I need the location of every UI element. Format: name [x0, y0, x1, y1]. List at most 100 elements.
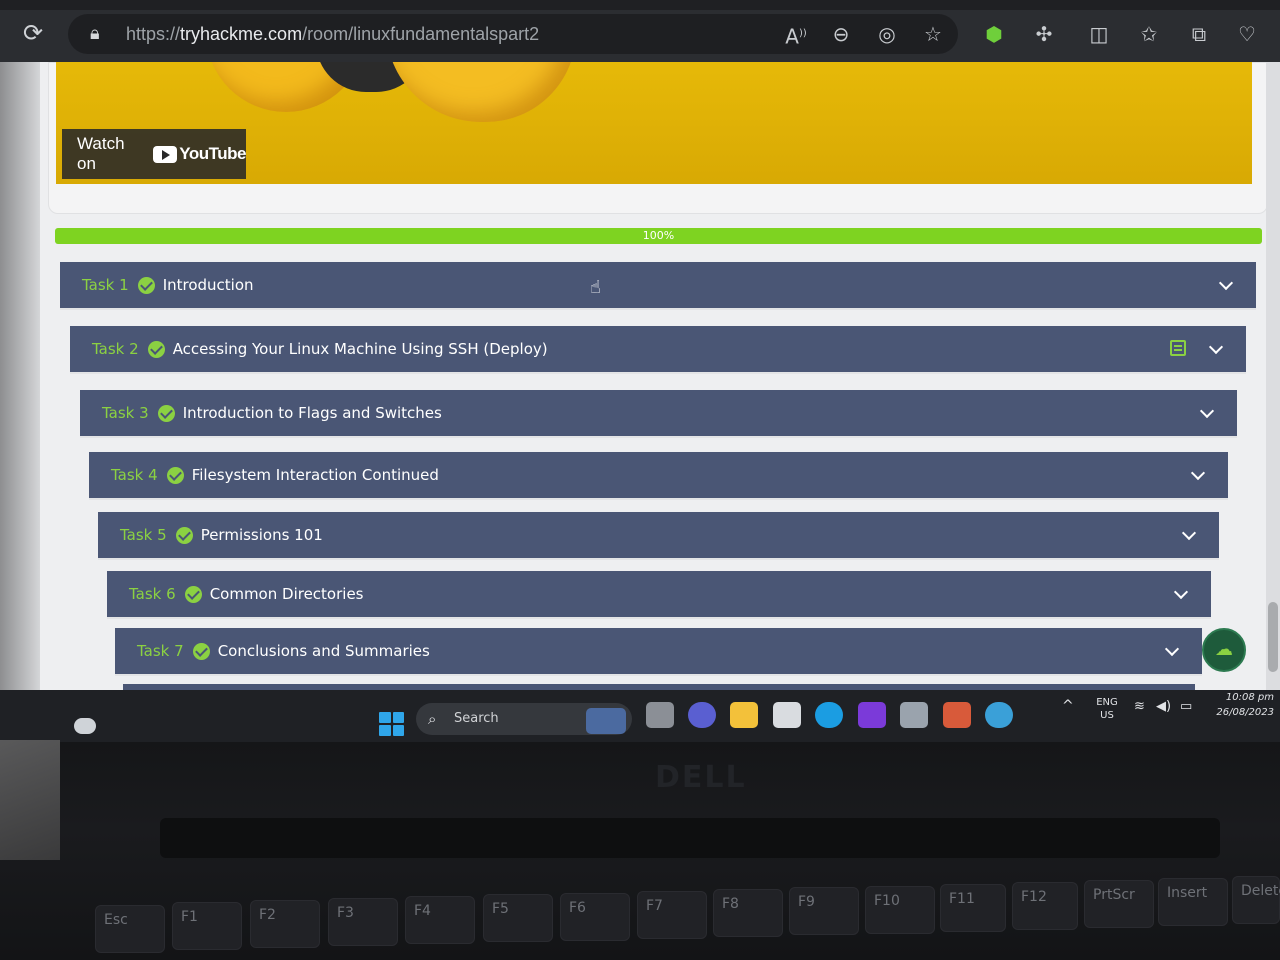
key-esc: Esc [95, 905, 165, 953]
microsoft-store-icon[interactable] [773, 702, 801, 728]
read-aloud-icon[interactable]: A)) [782, 20, 810, 49]
key-f8: F8 [713, 889, 783, 937]
task-row-6[interactable]: Task 6 Common Directories [107, 571, 1211, 617]
laptop-hinge [160, 818, 1220, 858]
task-title: Common Directories [209, 585, 364, 603]
key-f3: F3 [328, 898, 398, 946]
edge-browser-icon[interactable] [815, 702, 843, 728]
scroll-thumb[interactable] [1268, 602, 1278, 672]
key-f9: F9 [789, 887, 859, 935]
zoom-out-icon[interactable]: ⊖ [827, 20, 855, 48]
task-complete-check-icon [184, 585, 202, 603]
search-icon: ⌕ [428, 710, 437, 728]
remote-desktop-icon[interactable] [900, 702, 928, 728]
youtube-logo: YouTube [153, 144, 246, 164]
volume-icon[interactable]: ◀) [1156, 700, 1171, 713]
key-prtscr: PrtScr [1084, 880, 1154, 928]
task-number: Task 1 [82, 276, 129, 294]
laptop-screen: ⟳ 🔒︎ https://tryhackme.com/room/linuxfun… [0, 0, 1280, 745]
favorites-list-icon[interactable]: ✩ [1135, 20, 1163, 48]
battery-icon[interactable]: ▭ [1180, 700, 1192, 713]
task-row-5[interactable]: Task 5 Permissions 101 [98, 512, 1219, 558]
collections-icon[interactable]: ⧉ [1185, 20, 1213, 48]
tracking-prevention-icon[interactable]: ◎ [873, 20, 901, 48]
chevron-down-icon[interactable] [1164, 642, 1180, 658]
search-highlight-icon[interactable] [586, 708, 626, 734]
key-f7: F7 [637, 891, 707, 939]
watch-on-youtube-button[interactable]: Watch on YouTube [62, 129, 246, 179]
key-f10: F10 [865, 886, 935, 934]
tux-foot-right [386, 62, 576, 122]
task-document-icon[interactable] [1170, 340, 1186, 356]
task-number: Task 4 [111, 466, 158, 484]
task-view-icon[interactable] [646, 702, 674, 728]
tab-strip [0, 0, 1280, 10]
chevron-down-icon[interactable] [1208, 340, 1224, 356]
key-f11: F11 [940, 884, 1006, 932]
file-explorer-icon[interactable] [730, 702, 758, 728]
url-text[interactable]: https://tryhackme.com/room/linuxfundamen… [126, 22, 539, 46]
task-title: Accessing Your Linux Machine Using SSH (… [172, 340, 548, 358]
region-code: US [1100, 710, 1114, 721]
task-complete-check-icon [137, 276, 155, 294]
task-row-2[interactable]: Task 2 Accessing Your Linux Machine Using… [70, 326, 1246, 372]
task-title: Permissions 101 [200, 526, 323, 544]
hand-cursor-icon: ☝︎ [590, 277, 601, 298]
refresh-icon[interactable]: ⟳ [18, 18, 48, 48]
task-complete-check-icon [175, 526, 193, 544]
clock-date: 26/08/2023 [1216, 707, 1274, 718]
chevron-down-icon[interactable] [1190, 466, 1206, 482]
weather-icon[interactable] [74, 718, 96, 734]
task-number: Task 3 [102, 404, 149, 422]
task-row-4[interactable]: Task 4 Filesystem Interaction Continued [89, 452, 1228, 498]
taskbar-clock[interactable]: 10:08 pm 26/08/2023 [1204, 690, 1274, 720]
task-number: Task 5 [120, 526, 167, 544]
lock-icon[interactable]: 🔒︎ [90, 22, 108, 46]
cloud-sync-icon[interactable]: ☁︎ [1202, 628, 1246, 672]
youtube-play-icon [153, 145, 178, 163]
split-screen-icon[interactable]: ◫ [1085, 20, 1113, 48]
wifi-icon[interactable]: ≋ [1134, 700, 1145, 713]
windows-taskbar [0, 690, 1280, 742]
favorite-star-icon[interactable]: ☆ [919, 20, 947, 48]
task-complete-check-icon [192, 642, 210, 660]
key-f4: F4 [405, 896, 475, 944]
task-number: Task 2 [92, 340, 139, 358]
screen-glare [0, 62, 40, 704]
chevron-down-icon[interactable] [1181, 526, 1197, 542]
key-f5: F5 [483, 894, 553, 942]
watch-on-label: Watch on [77, 134, 125, 173]
task-title: Conclusions and Summaries [217, 642, 430, 660]
task-row-7[interactable]: Task 7 Conclusions and Summaries [115, 628, 1202, 674]
key-delete: Delete [1232, 876, 1280, 924]
task-number: Task 7 [137, 642, 184, 660]
teams-chat-icon[interactable] [688, 702, 716, 728]
task-row-3[interactable]: Task 3 Introduction to Flags and Switches [80, 390, 1237, 436]
windows-start-icon[interactable] [379, 712, 404, 736]
browser-essentials-icon[interactable]: ♡ [1233, 20, 1261, 48]
key-insert: Insert [1158, 878, 1228, 926]
extension-shield-icon[interactable]: ⬢ [980, 20, 1008, 48]
extensions-puzzle-icon[interactable]: ✣ [1030, 20, 1058, 48]
task-number: Task 6 [129, 585, 176, 603]
task-title: Introduction to Flags and Switches [182, 404, 442, 422]
task-title: Introduction [162, 276, 254, 294]
chevron-down-icon[interactable] [1199, 404, 1215, 420]
git-tool-icon[interactable] [943, 702, 971, 728]
language-code: ENG [1096, 697, 1118, 708]
language-indicator[interactable]: ENG US [1092, 696, 1122, 722]
laptop-brand-logo: DELL [655, 760, 747, 795]
media-app-icon[interactable] [858, 702, 886, 728]
task-complete-check-icon [157, 404, 175, 422]
chevron-down-icon[interactable] [1173, 585, 1189, 601]
desk-surface [0, 740, 60, 860]
chevron-down-icon[interactable] [1218, 276, 1234, 292]
show-hidden-icons-chevron-icon[interactable]: ^ [1062, 699, 1074, 713]
globe-app-icon[interactable] [985, 702, 1013, 728]
taskbar-search-label: Search [454, 711, 499, 726]
key-f2: F2 [250, 900, 320, 948]
task-row-1[interactable]: Task 1 Introduction [60, 262, 1256, 308]
key-f12: F12 [1012, 882, 1078, 930]
progress-label: 100% [642, 229, 675, 242]
task-complete-check-icon [147, 340, 165, 358]
